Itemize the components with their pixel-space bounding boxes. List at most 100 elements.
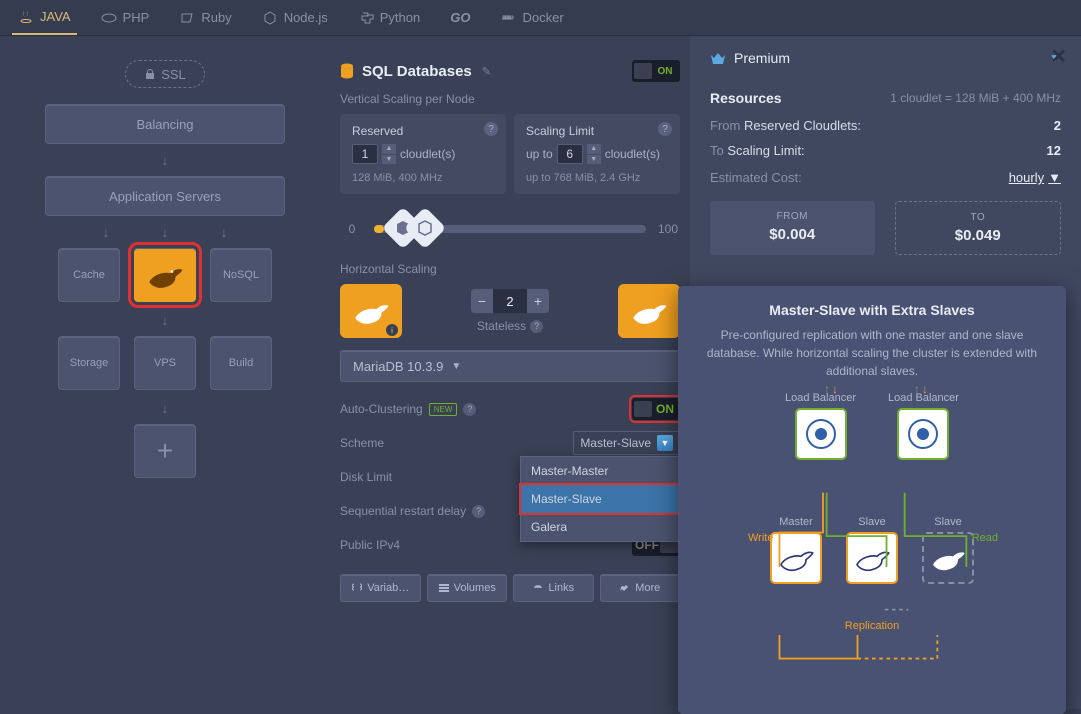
help-icon[interactable]: ? [472,505,485,518]
read-label: Read [972,532,998,544]
increment-btn[interactable]: + [527,289,549,313]
extra-slave-node-icon [922,532,974,584]
from-cost: $0.004 [718,226,867,243]
decrement-btn[interactable]: − [471,289,493,313]
tab-nodejs[interactable]: Node.js [256,2,334,34]
node-sql-active[interactable] [134,248,196,302]
links-button[interactable]: Links [513,574,594,602]
edit-icon[interactable]: ✎ [482,65,491,78]
appservers-node[interactable]: Application Servers [45,176,285,216]
info-icon[interactable]: i [386,324,398,336]
scheme-option-galera[interactable]: Galera [521,513,679,541]
topology-tree: SSL Balancing ↓ Application Servers ↓↓↓ … [0,36,330,709]
reserved-card: ? Reserved 1 ▲▼ cloudlet(s) 128 MiB, 400… [340,114,506,194]
arrow-down-icon: ↓ [162,312,169,328]
auto-clustering-toggle[interactable]: ON [632,398,680,420]
premium-label: Premium [734,50,790,66]
horizontal-scaling-label: Horizontal Scaling [340,262,680,276]
tab-python[interactable]: Python [352,2,426,34]
from-cost-box: FROM$0.004 [710,201,875,255]
scheme-option-master-master[interactable]: Master-Master [521,457,679,485]
version-selector[interactable]: MariaDB 10.3.9▼ [340,350,680,382]
tab-label: Node.js [284,10,328,25]
seq-restart-label: Sequential restart delay [340,504,466,518]
node-cache[interactable]: Cache [58,248,120,302]
help-icon[interactable]: ? [484,122,498,136]
variables-button[interactable]: Variab… [340,574,421,602]
balancing-node[interactable]: Balancing [45,104,285,144]
hs-count-spinner[interactable]: − 2 + [471,289,549,313]
vertical-scaling-label: Vertical Scaling per Node [340,92,680,106]
replication-diagram: ↑↓ ↑↓ Load Balancer Load Balancer Write … [696,392,1048,702]
auto-clustering-label: Auto-Clustering [340,402,423,416]
tab-label: Docker [522,10,563,25]
help-icon[interactable]: ? [658,122,672,136]
decrement-btn[interactable]: ▼ [382,155,396,165]
close-icon[interactable]: ✕ [1050,44,1067,69]
limit-count: 12 [1047,143,1061,158]
arrow-down-icon: ↓ [221,224,228,240]
period-selector[interactable]: hourly ▼ [1009,170,1061,185]
mariadb-icon [144,259,186,291]
arrow-down-icon: ↓ [103,224,110,240]
ssl-pill[interactable]: SSL [125,60,205,88]
hs-node-icon-right [618,284,680,338]
node-build[interactable]: Build [210,336,272,390]
add-node-button[interactable]: + [134,424,196,478]
volumes-button[interactable]: Volumes [427,574,508,602]
master-node-icon [770,532,822,584]
resources-heading: Resources [710,90,782,106]
tab-ruby[interactable]: Ruby [173,2,237,34]
to-cost-box: TO$0.049 [895,201,1062,255]
scheme-option-master-slave[interactable]: Master-Slave [521,485,679,513]
lb-node-icon [897,408,949,460]
increment-btn[interactable]: ▲ [382,144,396,155]
master-label: Master [770,516,822,528]
premium-selector[interactable]: Premium ▼ [710,46,1061,78]
more-button[interactable]: More [600,574,681,602]
replication-label: Replication [696,620,1048,632]
mariadb-icon [350,295,392,327]
disk-limit-label: Disk Limit [340,470,392,484]
slider-min: 0 [340,222,364,236]
lb-label: Load Balancer [785,392,856,404]
card-subtext: 128 MiB, 400 MHz [352,172,494,184]
decrement-btn[interactable]: ▼ [587,155,601,165]
tab-php[interactable]: PHP [95,2,156,34]
help-icon[interactable]: ? [463,403,476,416]
card-title: Reserved [352,124,494,138]
slider-track[interactable] [374,225,646,233]
help-icon[interactable]: ? [530,320,543,333]
slave-label: Slave [846,516,898,528]
lb-node-icon [795,408,847,460]
section-title: SQL Databases [362,63,472,80]
tab-go[interactable]: GO [444,2,476,33]
stateless-label: Stateless [477,319,526,333]
tab-label: Ruby [201,10,231,25]
scheme-label: Scheme [340,436,384,450]
tab-label: Python [380,10,420,25]
reserved-value[interactable]: 1 [352,144,378,164]
cost-label: Estimated Cost: [710,170,802,185]
section-toggle[interactable]: ON [632,60,680,82]
hs-value: 2 [493,294,527,309]
node-vps[interactable]: VPS [134,336,196,390]
limit-value[interactable]: 6 [557,144,583,164]
node-settings-panel: SQL Databases ✎ ON Vertical Scaling per … [330,36,690,709]
arrow-down-icon: ↓ [162,152,169,168]
scaling-slider[interactable]: 0 100 [340,214,680,244]
node-storage[interactable]: Storage [58,336,120,390]
cloudlet-equation: 1 cloudlet = 128 MiB + 400 MHz [890,91,1061,105]
card-subtext: up to 768 MiB, 2.4 GHz [526,172,668,184]
increment-btn[interactable]: ▲ [587,144,601,155]
scheme-dropdown[interactable]: Master-Slave ▼ [573,431,680,455]
new-badge: NEW [429,403,458,416]
lock-icon [144,68,156,80]
unit-label: cloudlet(s) [605,147,660,161]
tab-docker[interactable]: Docker [494,2,569,34]
tab-java[interactable]: JAVA [12,1,77,35]
scheme-tooltip: Master-Slave with Extra Slaves Pre-confi… [678,286,1066,714]
scheme-dropdown-menu: Master-Master Master-Slave Galera [520,456,680,542]
node-nosql[interactable]: NoSQL [210,248,272,302]
to-cost: $0.049 [904,227,1053,244]
